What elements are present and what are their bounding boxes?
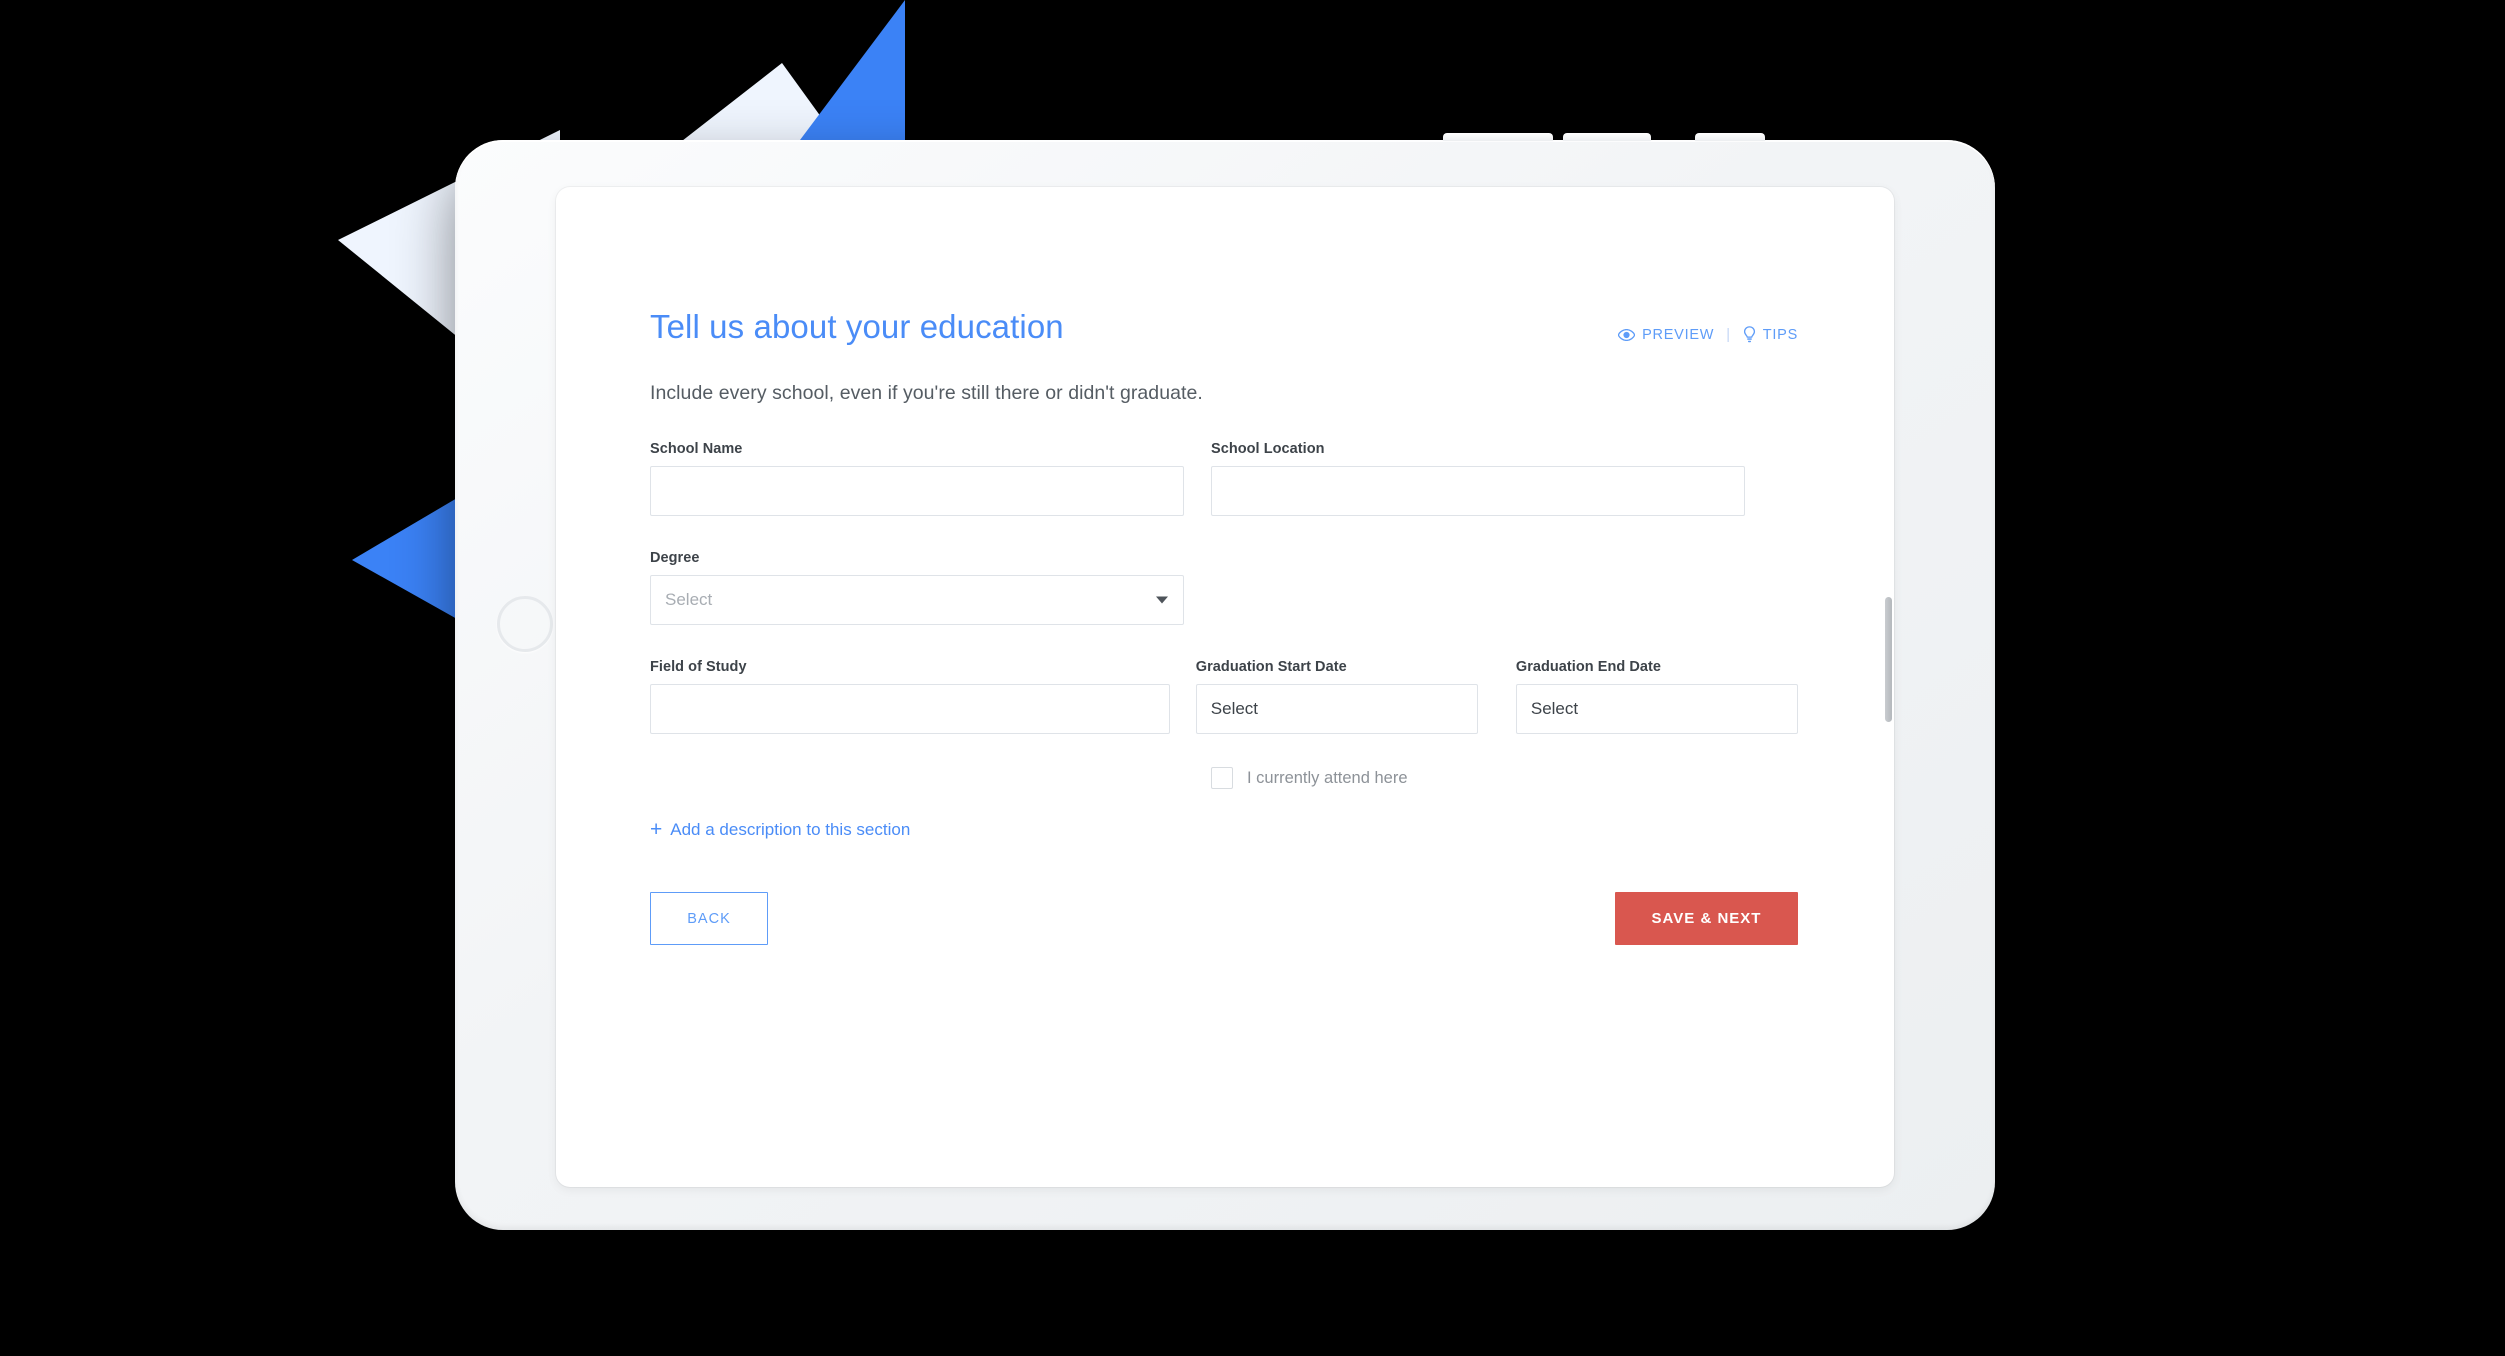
- back-button[interactable]: BACK: [650, 892, 768, 945]
- page-header: Tell us about your education PREVIEW | T…: [650, 308, 1798, 362]
- field-of-study-input[interactable]: [650, 684, 1170, 734]
- column-spacer: [1184, 441, 1211, 516]
- tips-label: TIPS: [1762, 326, 1798, 343]
- education-form-page: Tell us about your education PREVIEW | T…: [650, 308, 1798, 945]
- tablet-edge-button-2[interactable]: [1563, 133, 1651, 141]
- chevron-down-icon: [1156, 596, 1168, 604]
- degree-select[interactable]: Select: [650, 575, 1184, 625]
- graduation-end-date-label: Graduation End Date: [1515, 659, 1662, 675]
- page-title: Tell us about your education: [650, 308, 1064, 345]
- form-footer-buttons: BACK SAVE & NEXT: [650, 892, 1798, 945]
- field-graduation-start-date: Graduation Start Date Select: [1195, 659, 1478, 734]
- save-next-button[interactable]: SAVE & NEXT: [1615, 892, 1798, 945]
- column-spacer-3: [1478, 659, 1516, 734]
- add-description-link[interactable]: + Add a description to this section: [650, 819, 910, 840]
- preview-label: PREVIEW: [1642, 326, 1715, 343]
- form-row-study-dates: Field of Study Graduation Start Date Sel…: [650, 659, 1798, 734]
- graduation-start-date-select[interactable]: Select: [1195, 684, 1478, 734]
- tablet-edge-button-3[interactable]: [1695, 133, 1765, 141]
- field-school-location: School Location: [1211, 441, 1745, 516]
- field-degree: Degree Select: [650, 550, 1184, 625]
- field-graduation-end-date: Graduation End Date Select: [1515, 659, 1798, 734]
- degree-label: Degree: [650, 550, 700, 566]
- tablet-screen: Tell us about your education PREVIEW | T…: [556, 187, 1894, 1187]
- graduation-end-date-select[interactable]: Select: [1515, 684, 1798, 734]
- add-description-label: Add a description to this section: [670, 819, 911, 839]
- field-of-study-label: Field of Study: [650, 659, 747, 675]
- header-actions: PREVIEW | TIPS: [1618, 326, 1798, 343]
- preview-button[interactable]: PREVIEW: [1618, 327, 1714, 343]
- page-scrollbar[interactable]: [1885, 597, 1892, 722]
- tablet-edge-buttons: [455, 133, 1995, 143]
- field-field-of-study: Field of Study: [650, 659, 1170, 734]
- degree-select-value: Select: [665, 590, 713, 609]
- page-subtitle: Include every school, even if you're sti…: [650, 382, 1203, 404]
- screenshot-canvas: Tell us about your education PREVIEW | T…: [0, 0, 2505, 1356]
- currently-attend-label: I currently attend here: [1247, 768, 1408, 787]
- school-location-input[interactable]: [1211, 466, 1745, 516]
- currently-attend-checkbox[interactable]: [1211, 767, 1233, 789]
- tablet-edge-button-1[interactable]: [1443, 133, 1553, 141]
- header-action-separator: |: [1726, 326, 1731, 343]
- tips-button[interactable]: TIPS: [1743, 326, 1798, 343]
- field-school-name: School Name: [650, 441, 1184, 516]
- form-row-school: School Name School Location: [650, 441, 1798, 516]
- tablet-device: Tell us about your education PREVIEW | T…: [455, 133, 1995, 1230]
- school-name-input[interactable]: [650, 466, 1184, 516]
- column-spacer-2: [1170, 659, 1196, 734]
- form-row-degree: Degree Select: [650, 550, 1798, 625]
- currently-attend-row[interactable]: I currently attend here: [1211, 767, 1798, 789]
- school-location-label: School Location: [1211, 441, 1325, 457]
- school-name-label: School Name: [650, 441, 743, 457]
- eye-icon: [1618, 328, 1636, 341]
- graduation-start-date-label: Graduation Start Date: [1195, 659, 1347, 675]
- home-button[interactable]: [497, 596, 553, 652]
- plus-icon: +: [650, 818, 663, 841]
- lightbulb-icon: [1743, 326, 1756, 343]
